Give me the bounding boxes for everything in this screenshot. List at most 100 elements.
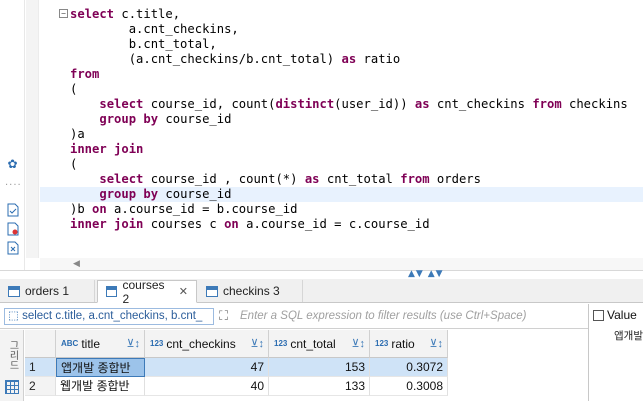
code-line[interactable]: select course_id , count(*) as cnt_total… — [40, 172, 643, 187]
column-name: cnt_total — [290, 336, 336, 351]
sql-keyword: inner join — [70, 217, 144, 231]
sql-editor[interactable]: − select c.title, a.cnt_checkins, b.cnt_t… — [40, 0, 643, 258]
code-line[interactable]: inner join courses c on a.course_id = c.… — [40, 217, 643, 232]
code-line[interactable]: − select c.title, — [40, 7, 643, 22]
file-icon[interactable] — [5, 202, 20, 217]
code-line[interactable]: )b on a.course_id = b.course_id — [40, 202, 643, 217]
sql-text: cnt_checkins — [429, 97, 533, 111]
table-icon — [106, 286, 118, 297]
sql-keyword: on — [224, 217, 239, 231]
column-name: title — [81, 336, 101, 351]
results-view-strip: 그리드 — [0, 330, 24, 401]
table-cell-title[interactable]: 앱개발 종합반 — [56, 358, 145, 377]
grid-icon[interactable] — [5, 380, 19, 394]
scroll-left-icon[interactable]: ◀ — [73, 259, 80, 269]
value-panel-content: 앱개발 종 — [614, 330, 643, 342]
value-panel-title: Value — [607, 308, 637, 322]
sql-text: )a — [70, 127, 85, 141]
collapse-arrows-icon[interactable]: ▲▼ ▲▼ — [408, 269, 444, 279]
sql-keyword: group by — [99, 187, 159, 201]
sql-text: ( — [70, 157, 78, 171]
sql-keyword: as — [341, 52, 357, 66]
code-line[interactable]: ( — [40, 82, 643, 97]
sql-keyword: as — [304, 172, 320, 186]
gear-icon[interactable]: ✿ — [5, 156, 20, 171]
filter-bar: ⬚ select c.title, a.cnt_checkins, b.cnt_… — [0, 304, 588, 329]
panel-icon — [593, 309, 604, 321]
sort-filter-icon[interactable]: ⊻↕ — [429, 337, 443, 350]
code-line[interactable]: from — [40, 67, 643, 82]
sql-keyword: distinct — [275, 97, 335, 111]
table-cell-cnt-checkins[interactable]: 47 — [145, 358, 269, 377]
code-line[interactable]: select course_id, count(distinct(user_id… — [40, 97, 643, 112]
value-panel[interactable]: Value 앱개발 종 — [588, 304, 643, 401]
sql-keyword: select — [99, 97, 144, 111]
sql-text: course_id, count( — [143, 97, 276, 111]
close-icon[interactable]: ✕ — [179, 285, 188, 298]
column-header-ratio[interactable]: 123 ratio ⊻↕ — [370, 330, 448, 358]
result-tabs: orders 1 courses 2 ✕ checkins 3 — [0, 277, 643, 306]
tab-label: courses 2 — [122, 277, 165, 306]
table-cell-ratio[interactable]: 0.3008 — [370, 377, 448, 396]
filter-input[interactable]: Enter a SQL expression to filter results… — [240, 308, 585, 325]
sort-filter-icon[interactable]: ⊻↕ — [126, 337, 140, 350]
code-line[interactable]: ( — [40, 157, 643, 172]
fold-toggle-icon[interactable]: − — [59, 9, 68, 18]
expand-icon[interactable]: ⛶ — [219, 309, 228, 324]
sql-code[interactable]: − select c.title, a.cnt_checkins, b.cnt_t… — [40, 7, 643, 232]
query-text-field[interactable]: ⬚ select c.title, a.cnt_checkins, b.cnt_ — [4, 308, 214, 325]
tab-label: checkins 3 — [223, 284, 280, 298]
code-line[interactable]: group by course_id — [40, 187, 643, 202]
column-header-cnt-checkins[interactable]: 123 cnt_checkins ⊻↕ — [145, 330, 269, 358]
sort-filter-icon[interactable]: ⊻↕ — [351, 337, 365, 350]
sql-text: a.course_id = b.course_id — [106, 202, 298, 216]
sql-keyword: from — [532, 97, 562, 111]
line-number-ruler — [26, 0, 39, 258]
table-cell-cnt-total[interactable]: 133 — [269, 377, 370, 396]
column-header-title[interactable]: ABC title ⊻↕ — [56, 330, 145, 358]
row-number-header — [25, 330, 56, 358]
table-icon — [206, 285, 218, 297]
code-line[interactable]: group by course_id — [40, 112, 643, 127]
panel-splitter[interactable]: ▲▼ ▲▼ — [0, 269, 643, 279]
sql-text: )b — [70, 202, 93, 216]
sql-text: a.course_id = c.course_id — [238, 217, 430, 231]
sql-text: orders — [429, 172, 481, 186]
dots-separator: ···· — [5, 180, 22, 191]
sql-keyword: select — [99, 172, 144, 186]
query-text: select c.title, a.cnt_checkins, b.cnt_ — [22, 310, 203, 322]
code-line[interactable]: )a — [40, 127, 643, 142]
sql-text: a.cnt_checkins, — [70, 22, 239, 36]
sort-filter-icon[interactable]: ⊻↕ — [250, 337, 264, 350]
tab-courses[interactable]: courses 2 ✕ — [97, 277, 197, 306]
table-cell-cnt-total[interactable]: 153 — [269, 358, 370, 377]
tab-checkins[interactable]: checkins 3 — [198, 280, 303, 302]
row-number[interactable]: 1 — [25, 358, 56, 377]
results-grid[interactable]: ABC title ⊻↕ 123 cnt_checkins ⊻↕ 123 cnt… — [25, 330, 588, 401]
sql-icon: ⬚ — [8, 310, 19, 322]
table-cell-cnt-checkins[interactable]: 40 — [145, 377, 269, 396]
sql-text: ( — [70, 82, 78, 96]
sql-text: cnt_total — [319, 172, 401, 186]
sql-keyword: on — [92, 202, 107, 216]
file-error-icon[interactable] — [5, 221, 20, 236]
sql-text: checkins — [561, 97, 628, 111]
tab-orders[interactable]: orders 1 — [0, 280, 95, 302]
column-header-cnt-total[interactable]: 123 cnt_total ⊻↕ — [269, 330, 370, 358]
code-line[interactable]: a.cnt_checkins, — [40, 22, 643, 37]
code-line[interactable]: (a.cnt_checkins/b.cnt_total) as ratio — [40, 52, 643, 67]
sql-keyword: from — [70, 67, 100, 81]
code-line[interactable]: b.cnt_total, — [40, 37, 643, 52]
horizontal-scrollbar[interactable]: ◀ — [40, 258, 643, 270]
sql-text: course_id — [158, 112, 232, 126]
table-cell-ratio[interactable]: 0.3072 — [370, 358, 448, 377]
number-type-icon: 123 — [274, 339, 288, 348]
row-number[interactable]: 2 — [25, 377, 56, 396]
file-x-icon[interactable] — [5, 240, 20, 255]
grid-view-label[interactable]: 그리드 — [5, 340, 20, 370]
code-line[interactable]: inner join — [40, 142, 643, 157]
editor-side-toolbar: ✿ ···· — [0, 0, 25, 270]
table-cell-title[interactable]: 웹개발 종합반 — [56, 377, 145, 396]
